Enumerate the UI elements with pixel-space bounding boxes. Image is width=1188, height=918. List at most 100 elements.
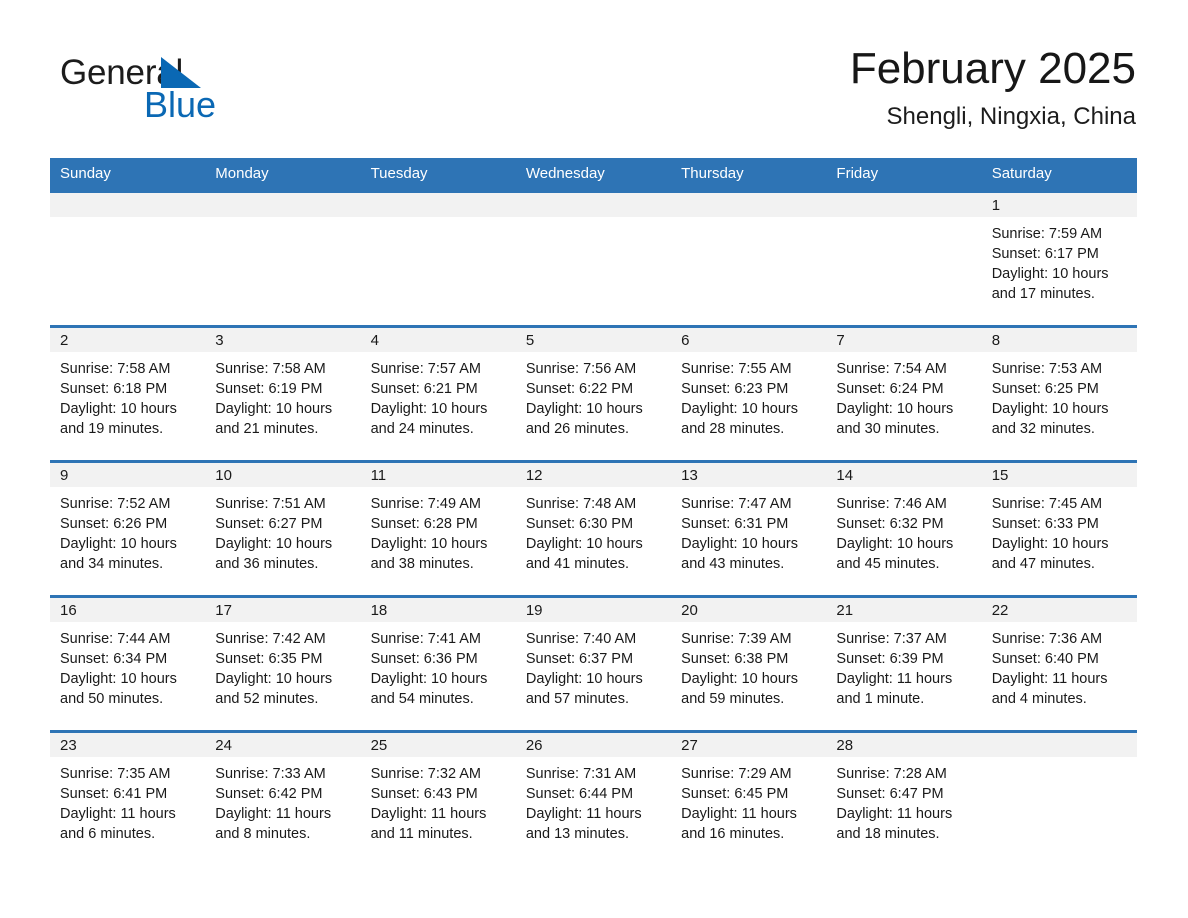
sunrise-text: Sunrise: 7:48 AM bbox=[525, 496, 637, 512]
sunset-text: Sunset: 6:26 PM bbox=[60, 516, 168, 532]
sunset-text: Sunset: 6:21 PM bbox=[370, 381, 478, 397]
calendar-week-row: 23 Sunrise: 7:35 AM Sunset: 6:41 PM Dayligh… bbox=[50, 730, 1137, 865]
sunset-text: Sunset: 6:19 PM bbox=[215, 381, 323, 397]
calendar-day-cell[interactable]: 4 Sunrise: 7:57 AM Sunset: 6:21 PM Daylight… bbox=[360, 325, 516, 462]
day-details: Sunrise: 7:31 AM Sunset: 6:44 PM Daylight:… bbox=[516, 757, 671, 844]
calendar-day-cell[interactable]: 8 Sunrise: 7:53 AM Sunset: 6:25 PM Daylight… bbox=[981, 325, 1137, 462]
title-block: February 2025 Shengli, Ningxia, China bbox=[850, 42, 1136, 131]
calendar-cell-empty bbox=[671, 190, 827, 327]
day-details: Sunrise: 7:48 AM Sunset: 6:30 PM Daylight:… bbox=[516, 487, 671, 574]
sunrise-text: Sunrise: 7:52 AM bbox=[60, 496, 171, 512]
day-details: Sunrise: 7:57 AM Sunset: 6:21 PM Daylight:… bbox=[361, 352, 516, 439]
calendar-day-cell[interactable]: 22 Sunrise: 7:36 AM Sunset: 6:40 PM Dayligh… bbox=[981, 595, 1137, 732]
sunset-text: Sunset: 6:45 PM bbox=[681, 786, 789, 802]
calendar-day-cell[interactable]: 18 Sunrise: 7:41 AM Sunset: 6:36 PM Dayligh… bbox=[360, 595, 516, 732]
weekday-header-wednesday: Wednesday bbox=[515, 158, 672, 192]
sunset-text: Sunset: 6:17 PM bbox=[991, 246, 1099, 262]
day-details: Sunrise: 7:40 AM Sunset: 6:37 PM Daylight:… bbox=[516, 622, 671, 709]
sunrise-text: Sunrise: 7:28 AM bbox=[836, 766, 947, 782]
calendar-day-cell[interactable]: 3 Sunrise: 7:58 AM Sunset: 6:19 PM Daylight… bbox=[205, 325, 361, 462]
calendar-day-cell[interactable]: 27 Sunrise: 7:29 AM Sunset: 6:45 PM Dayligh… bbox=[671, 730, 827, 865]
day-number: 24 bbox=[205, 733, 361, 757]
day-details: Sunrise: 7:45 AM Sunset: 6:33 PM Daylight:… bbox=[982, 487, 1137, 574]
day-number: 7 bbox=[826, 328, 982, 352]
day-details: Sunrise: 7:37 AM Sunset: 6:39 PM Daylight:… bbox=[826, 622, 981, 709]
calendar-day-cell[interactable]: 19 Sunrise: 7:40 AM Sunset: 6:37 PM Dayligh… bbox=[515, 595, 672, 732]
daylight-text: Daylight: 10 hours and 41 minutes. bbox=[525, 536, 643, 572]
calendar-day-cell[interactable]: 7 Sunrise: 7:54 AM Sunset: 6:24 PM Daylight… bbox=[826, 325, 982, 462]
sunset-text: Sunset: 6:39 PM bbox=[836, 651, 944, 667]
sunset-text: Sunset: 6:37 PM bbox=[525, 651, 634, 667]
day-number: 26 bbox=[515, 733, 672, 757]
calendar-day-cell[interactable]: 20 Sunrise: 7:39 AM Sunset: 6:38 PM Dayligh… bbox=[671, 595, 827, 732]
calendar-day-cell[interactable]: 1 Sunrise: 7:59 AM Sunset: 6:17 PM Daylight… bbox=[981, 190, 1137, 327]
sunset-text: Sunset: 6:41 PM bbox=[60, 786, 168, 802]
sunset-text: Sunset: 6:22 PM bbox=[525, 381, 634, 397]
calendar-day-cell[interactable]: 13 Sunrise: 7:47 AM Sunset: 6:31 PM Dayligh… bbox=[671, 460, 827, 597]
daylight-text: Daylight: 11 hours and 6 minutes. bbox=[60, 806, 176, 842]
sunrise-text: Sunrise: 7:42 AM bbox=[215, 631, 326, 647]
calendar-day-cell[interactable]: 9 Sunrise: 7:52 AM Sunset: 6:26 PM Daylight… bbox=[50, 460, 206, 597]
calendar-day-cell[interactable]: 24 Sunrise: 7:33 AM Sunset: 6:42 PM Dayligh… bbox=[205, 730, 361, 865]
page-title: February 2025 bbox=[849, 44, 1136, 93]
day-number bbox=[671, 193, 827, 217]
calendar-cell-empty bbox=[981, 730, 1137, 865]
sunrise-text: Sunrise: 7:46 AM bbox=[836, 496, 947, 512]
sunrise-text: Sunrise: 7:45 AM bbox=[991, 496, 1103, 512]
calendar-day-cell[interactable]: 21 Sunrise: 7:37 AM Sunset: 6:39 PM Dayligh… bbox=[826, 595, 982, 732]
calendar-day-cell[interactable]: 2 Sunrise: 7:58 AM Sunset: 6:18 PM Daylight… bbox=[50, 325, 206, 462]
calendar-day-cell[interactable]: 14 Sunrise: 7:46 AM Sunset: 6:32 PM Dayligh… bbox=[826, 460, 982, 597]
day-details: Sunrise: 7:55 AM Sunset: 6:23 PM Daylight:… bbox=[671, 352, 826, 439]
general-blue-logo[interactable]: General Blue bbox=[60, 54, 300, 136]
sunset-text: Sunset: 6:25 PM bbox=[991, 381, 1099, 397]
sunset-text: Sunset: 6:23 PM bbox=[681, 381, 789, 397]
calendar-day-cell[interactable]: 12 Sunrise: 7:48 AM Sunset: 6:30 PM Dayligh… bbox=[515, 460, 672, 597]
sunset-text: Sunset: 6:42 PM bbox=[215, 786, 323, 802]
calendar-day-cell[interactable]: 6 Sunrise: 7:55 AM Sunset: 6:23 PM Daylight… bbox=[671, 325, 827, 462]
sunrise-text: Sunrise: 7:31 AM bbox=[525, 766, 637, 782]
calendar-day-cell[interactable]: 28 Sunrise: 7:28 AM Sunset: 6:47 PM Dayligh… bbox=[826, 730, 982, 865]
daylight-text: Daylight: 10 hours and 43 minutes. bbox=[681, 536, 798, 572]
logo-text-blue: Blue bbox=[144, 84, 217, 125]
daylight-text: Daylight: 10 hours and 32 minutes. bbox=[991, 401, 1109, 437]
sunrise-text: Sunrise: 7:44 AM bbox=[60, 631, 171, 647]
day-details: Sunrise: 7:54 AM Sunset: 6:24 PM Daylight:… bbox=[826, 352, 981, 439]
day-details: Sunrise: 7:58 AM Sunset: 6:18 PM Daylight:… bbox=[50, 352, 205, 439]
weekday-header-thursday: Thursday bbox=[671, 158, 827, 192]
calendar-day-cell[interactable]: 15 Sunrise: 7:45 AM Sunset: 6:33 PM Dayligh… bbox=[981, 460, 1137, 597]
calendar-day-cell[interactable]: 5 Sunrise: 7:56 AM Sunset: 6:22 PM Daylight… bbox=[515, 325, 672, 462]
calendar-day-cell[interactable]: 17 Sunrise: 7:42 AM Sunset: 6:35 PM Dayligh… bbox=[205, 595, 361, 732]
day-details: Sunrise: 7:51 AM Sunset: 6:27 PM Daylight:… bbox=[205, 487, 360, 574]
daylight-text: Daylight: 11 hours and 1 minute. bbox=[836, 671, 953, 707]
day-number: 22 bbox=[981, 598, 1137, 622]
day-number: 20 bbox=[671, 598, 827, 622]
day-details: Sunrise: 7:39 AM Sunset: 6:38 PM Daylight:… bbox=[671, 622, 826, 709]
day-number: 4 bbox=[360, 328, 516, 352]
weekday-header-monday: Monday bbox=[205, 158, 361, 192]
daylight-text: Daylight: 10 hours and 45 minutes. bbox=[836, 536, 954, 572]
day-number: 17 bbox=[205, 598, 361, 622]
calendar-day-cell[interactable]: 16 Sunrise: 7:44 AM Sunset: 6:34 PM Dayligh… bbox=[50, 595, 206, 732]
calendar-day-cell[interactable]: 10 Sunrise: 7:51 AM Sunset: 6:27 PM Dayligh… bbox=[205, 460, 361, 597]
weekday-header-tuesday: Tuesday bbox=[360, 158, 516, 192]
calendar-day-cell[interactable]: 11 Sunrise: 7:49 AM Sunset: 6:28 PM Dayligh… bbox=[360, 460, 516, 597]
weekday-header-saturday: Saturday bbox=[981, 158, 1137, 192]
day-details: Sunrise: 7:56 AM Sunset: 6:22 PM Daylight:… bbox=[516, 352, 671, 439]
sunset-text: Sunset: 6:28 PM bbox=[370, 516, 478, 532]
day-number: 23 bbox=[50, 733, 206, 757]
day-number: 28 bbox=[826, 733, 982, 757]
sunset-text: Sunset: 6:43 PM bbox=[370, 786, 478, 802]
daylight-text: Daylight: 11 hours and 11 minutes. bbox=[370, 806, 487, 842]
day-number: 16 bbox=[50, 598, 206, 622]
sunrise-text: Sunrise: 7:51 AM bbox=[215, 496, 326, 512]
sunset-text: Sunset: 6:33 PM bbox=[991, 516, 1099, 532]
page-header: General Blue February 2025 Shengli, Ning… bbox=[50, 42, 1136, 152]
calendar-day-cell[interactable]: 26 Sunrise: 7:31 AM Sunset: 6:44 PM Dayligh… bbox=[515, 730, 672, 865]
daylight-text: Daylight: 11 hours and 8 minutes. bbox=[215, 806, 332, 842]
sunrise-text: Sunrise: 7:57 AM bbox=[370, 361, 481, 377]
calendar-day-cell[interactable]: 25 Sunrise: 7:32 AM Sunset: 6:43 PM Dayligh… bbox=[360, 730, 516, 865]
calendar-day-cell[interactable]: 23 Sunrise: 7:35 AM Sunset: 6:41 PM Dayligh… bbox=[50, 730, 206, 865]
day-number bbox=[981, 733, 1137, 757]
day-number: 19 bbox=[515, 598, 672, 622]
day-number: 5 bbox=[515, 328, 672, 352]
